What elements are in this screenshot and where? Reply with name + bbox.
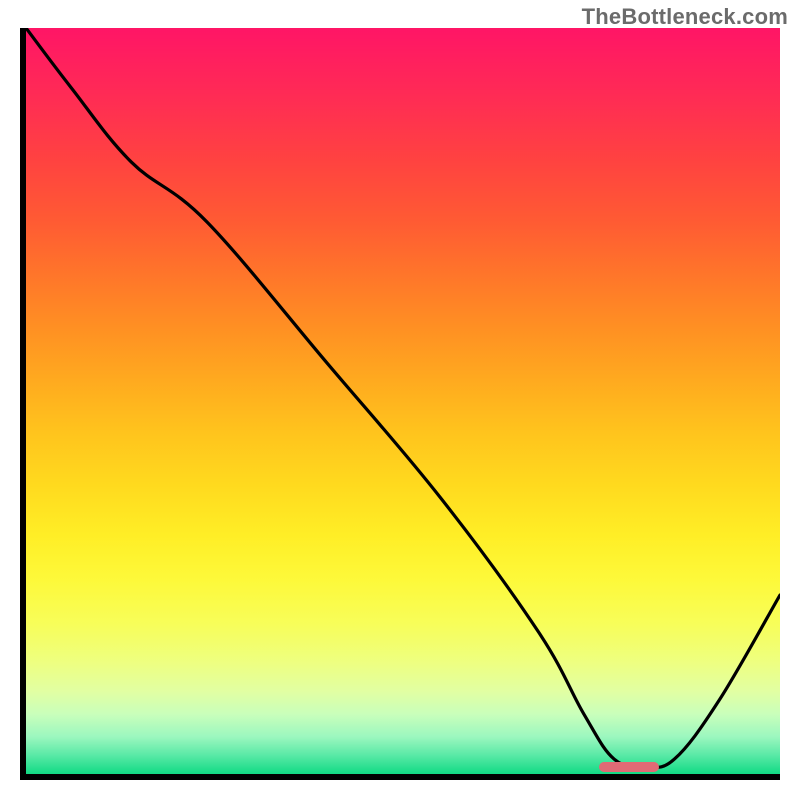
bottleneck-curve [26,28,780,774]
plot-area [20,28,780,780]
chart-container: TheBottleneck.com [0,0,800,800]
watermark-text: TheBottleneck.com [582,4,788,30]
optimal-marker [599,762,659,772]
